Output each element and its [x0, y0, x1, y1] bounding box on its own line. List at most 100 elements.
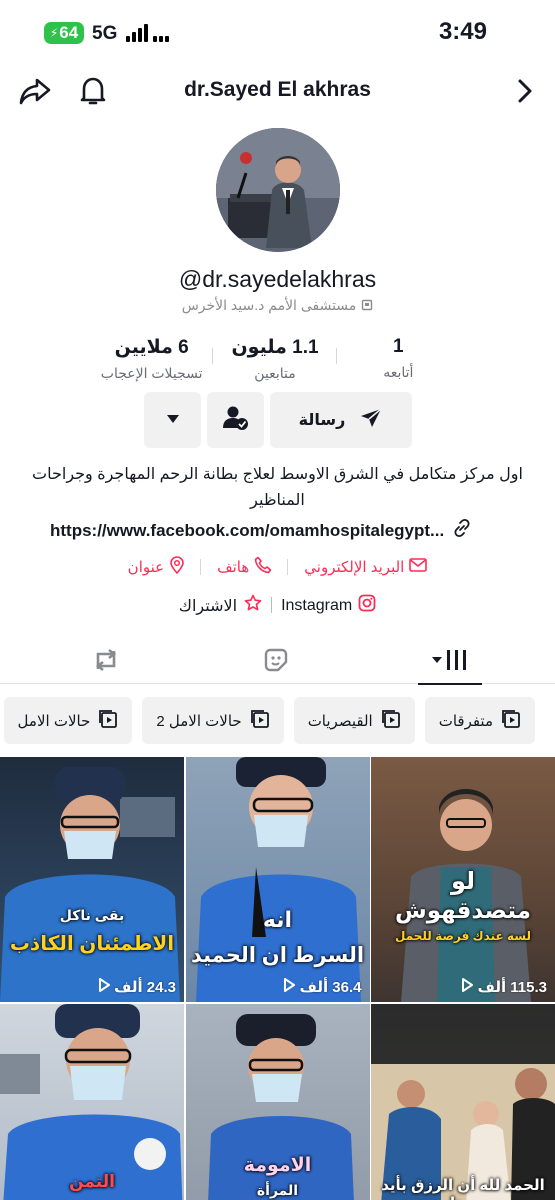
top-nav: dr.Sayed El akhras	[0, 66, 555, 116]
stat-followers-label: متابعين	[254, 365, 296, 381]
signal-icon	[126, 22, 169, 42]
playlist-icon	[98, 709, 118, 733]
stat-likes-label: تسجيلات الإعجاب	[100, 365, 203, 381]
video-caption: الاطمئنان الكاذب	[9, 933, 175, 955]
repost-icon	[91, 647, 121, 678]
tab-videos[interactable]	[418, 642, 482, 685]
battery-level: 64	[59, 23, 79, 42]
video-caption-top: لو	[450, 868, 476, 895]
chevron-right-icon[interactable]	[508, 74, 542, 108]
video-caption-sub: لسه عندك فرصة للحمل	[394, 929, 532, 943]
view-count-text: 36.4 ألف	[299, 979, 362, 996]
stat-likes[interactable]: 6 ملايين تسجيلات الإعجاب	[90, 336, 214, 386]
charging-icon: ⚡	[49, 26, 59, 40]
playlist-chip[interactable]: متفرقات	[424, 697, 535, 744]
video-caption-top: الامومة	[243, 1154, 312, 1176]
instagram-link[interactable]: Instagram	[272, 594, 385, 617]
view-count-text: 24.3 ألف	[113, 979, 176, 996]
subscribe-link[interactable]: الاشتراك	[170, 594, 273, 617]
stat-following-value: 1	[393, 336, 404, 357]
profile-subname: مستشفى الأمم د.سيد الأخرس	[0, 297, 555, 314]
profile-subname-text: مستشفى الأمم د.سيد الأخرس	[181, 297, 357, 313]
grid-icon	[430, 648, 470, 677]
phone-link[interactable]: هاتف	[201, 556, 289, 578]
playlist-icon	[501, 709, 521, 733]
view-count: 115.3 ألف	[461, 978, 547, 996]
avatar[interactable]	[216, 128, 340, 252]
profile-stats: 1 أتابعه 1.1 مليون متابعين 6 ملايين تسجي…	[90, 336, 460, 386]
message-button-label: رسالة	[298, 412, 346, 429]
playlist-chip[interactable]: حالات الامل 2	[142, 697, 284, 744]
playlist-label: القيصريات	[307, 712, 373, 730]
page-title: dr.Sayed El akhras	[184, 78, 371, 101]
user-check-icon	[222, 405, 250, 436]
playlist-chip[interactable]: القيصريات	[293, 697, 415, 744]
stat-followers[interactable]: 1.1 مليون متابعين	[213, 336, 338, 386]
address-label: عنوان	[127, 559, 165, 576]
profile-link-text: https://www.facebook.com/omamhospitalegy…	[50, 520, 445, 540]
playlist-label: حالات الامل 2	[156, 712, 242, 730]
video-caption: الحمد لله أن الرزق بأيد ربنا	[381, 1176, 545, 1200]
playlist-chip[interactable]: حالات الامل	[3, 697, 133, 744]
tab-reposts[interactable]	[74, 642, 138, 682]
following-status-button[interactable]	[207, 392, 264, 448]
phone-label: هاتف	[217, 559, 250, 576]
playlist-chips: متفرقات القيصريات حالات الامل 2 حالات ال…	[0, 697, 555, 745]
subscribe-label: الاشتراك	[178, 597, 238, 615]
phone-icon	[254, 556, 272, 578]
network-type: 5G	[92, 23, 118, 44]
playlist-label: متفرقات	[438, 712, 493, 730]
caret-down-icon	[166, 411, 180, 429]
playlist-icon	[381, 709, 401, 733]
building-icon	[361, 298, 373, 314]
video-caption-sub: المرأة	[256, 1181, 299, 1198]
address-link[interactable]: عنوان	[112, 556, 202, 578]
video-thumbnail[interactable]: لو متصدقهوش لسه عندك فرصة للحمل 115.3 أل…	[371, 757, 555, 1002]
instagram-label: Instagram	[281, 596, 353, 614]
stat-following[interactable]: 1 أتابعه	[337, 336, 460, 386]
battery-indicator: ⚡ 64	[44, 22, 84, 44]
video-thumbnail[interactable]: انه السرط ان الحميد 36.4 ألف	[185, 757, 370, 1002]
view-count-text: 115.3 ألف	[477, 979, 547, 996]
video-caption-top: التمن	[69, 1171, 115, 1191]
view-count: 24.3 ألف	[98, 978, 176, 996]
profile-bio: اول مركز متكامل في الشرق الاوسط لعلاج بط…	[32, 466, 523, 509]
playlist-label: حالات الامل	[17, 712, 91, 730]
video-caption: السرط ان الحميد	[190, 944, 365, 967]
stat-followers-value: 1.1 مليون	[231, 337, 319, 358]
profile-link[interactable]: https://www.facebook.com/omamhospitalegy…	[50, 518, 531, 543]
email-link[interactable]: البريد الإلكتروني	[288, 558, 443, 576]
video-thumbnail[interactable]: الحمد لله أن الرزق بأيد ربنا	[371, 1003, 555, 1200]
star-badge-icon	[243, 594, 263, 617]
stat-following-label: أتابعه	[383, 364, 414, 380]
profile-actions: رسالة	[144, 392, 412, 448]
sticker-icon	[262, 646, 290, 679]
profile-handle: @dr.sayedelakhras	[178, 266, 377, 292]
playlist-icon	[250, 709, 270, 733]
play-icon	[283, 978, 296, 996]
play-icon	[461, 978, 474, 996]
status-bar: ⚡ 64 5G 3:49	[0, 0, 555, 66]
email-label: البريد الإلكتروني	[304, 559, 405, 576]
clock: 3:49	[438, 18, 487, 45]
location-pin-icon	[169, 556, 185, 578]
video-thumbnail[interactable]: التمن	[0, 1003, 184, 1200]
contact-links: البريد الإلكتروني هاتف عنوان	[0, 556, 555, 578]
play-icon	[98, 978, 110, 996]
instagram-icon	[358, 594, 376, 617]
video-caption-top: انه	[262, 907, 293, 932]
more-options-button[interactable]	[144, 392, 201, 448]
video-caption-top: بقى ناكل	[59, 907, 125, 923]
view-count: 36.4 ألف	[283, 978, 362, 996]
mail-icon	[409, 558, 428, 576]
message-button[interactable]: رسالة	[270, 392, 412, 448]
social-links: Instagram الاشتراك	[0, 594, 555, 617]
content-tabs	[0, 636, 555, 685]
video-thumbnail[interactable]: الامومة المرأة	[185, 1003, 370, 1200]
send-icon	[359, 407, 383, 434]
tab-liked[interactable]	[244, 642, 308, 682]
stat-likes-value: 6 ملايين	[114, 337, 189, 358]
link-icon	[452, 518, 472, 543]
video-thumbnail[interactable]: بقى ناكل الاطمئنان الكاذب 24.3 ألف	[0, 757, 184, 1002]
video-caption: متصدقهوش	[395, 897, 531, 923]
